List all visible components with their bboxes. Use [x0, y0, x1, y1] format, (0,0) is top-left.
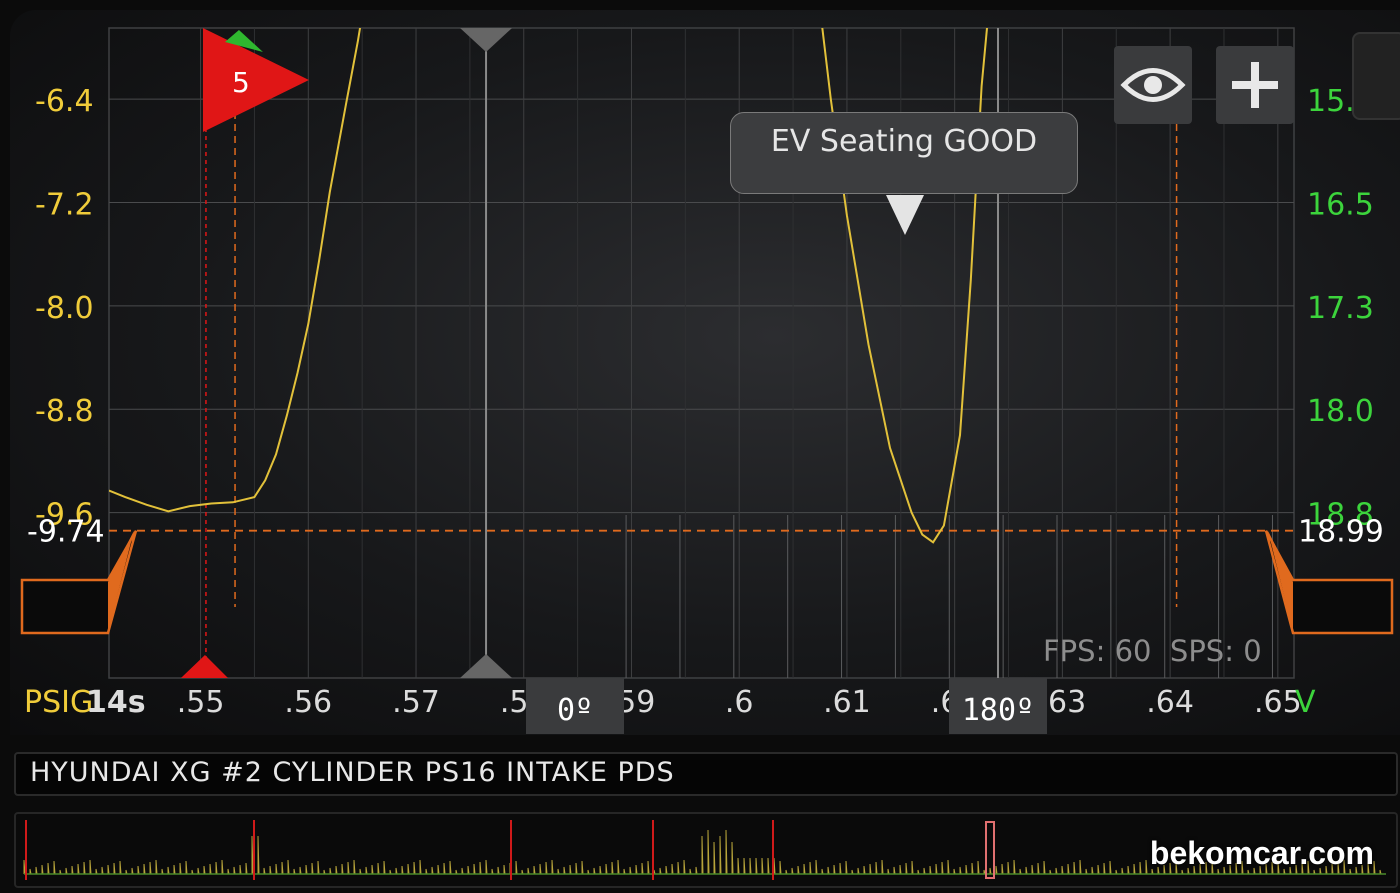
left-level-value: -9.74 — [27, 515, 105, 550]
x-axis-tick: .6 — [725, 685, 754, 720]
render-stats: FPS: 60 SPS: 0 — [1043, 634, 1262, 668]
fps-readout: FPS: 60 — [1043, 634, 1152, 668]
add-button[interactable] — [1216, 46, 1294, 124]
right-axis-tick: 17.3 — [1307, 291, 1374, 326]
x-axis-tick: .64 — [1146, 685, 1194, 720]
x-axis-tick: .55 — [177, 685, 225, 720]
left-axis-tick: -8.0 — [35, 291, 94, 326]
recording-title-bar: HYUNDAI XG #2 CYLINDER PS16 INTAKE PDS — [14, 752, 1398, 796]
side-panel-handle[interactable] — [1352, 32, 1400, 120]
recording-title: HYUNDAI XG #2 CYLINDER PS16 INTAKE PDS — [30, 757, 675, 788]
x-axis-start-label: 14s — [86, 685, 146, 720]
overview-strip[interactable]: bekomcar.com — [14, 812, 1398, 888]
eye-icon — [1120, 68, 1186, 102]
x-axis-tick: .56 — [284, 685, 332, 720]
flag-marker[interactable] — [202, 28, 309, 132]
angle-label-0: 0º — [557, 693, 593, 728]
x-axis-tick: .57 — [392, 685, 440, 720]
x-axis-tick: .61 — [823, 685, 871, 720]
tooltip-pointer — [886, 195, 924, 235]
right-axis-unit: V — [1295, 685, 1316, 720]
pressure-trace-2 — [821, 28, 989, 544]
grid — [108, 27, 1295, 679]
sps-readout: SPS: 0 — [1169, 634, 1262, 668]
marker-layer[interactable]: -9.74 18.99 5 — [20, 28, 1394, 678]
app-frame: -6.4 -7.2 -8.0 -8.8 -9.6 15.7 16.5 17.3 18.0 18.8… — [0, 0, 1400, 893]
flag-label: 5 — [232, 66, 250, 99]
left-axis-unit: PSIG — [24, 685, 93, 720]
angle-bottom-handle — [460, 654, 513, 678]
angle-top-handle — [460, 28, 513, 52]
annotation-text: EV Seating GOOD — [770, 124, 1038, 159]
flag-bottom-marker[interactable] — [180, 655, 228, 678]
annotation-tooltip[interactable]: EV Seating GOOD — [730, 112, 1078, 235]
plus-icon — [1232, 62, 1278, 108]
angle-label-180: 180º — [962, 693, 1034, 728]
right-axis-tick: 18.0 — [1307, 394, 1374, 429]
left-axis-tick: -8.8 — [35, 394, 94, 429]
watermark: bekomcar.com — [1149, 835, 1374, 871]
left-axis-tick: -7.2 — [35, 187, 94, 222]
left-axis-tick: -6.4 — [35, 84, 94, 119]
visibility-button[interactable] — [1114, 46, 1192, 124]
right-level-value: 18.99 — [1298, 515, 1384, 550]
right-axis-tick: 16.5 — [1307, 187, 1374, 222]
plot-panel[interactable]: -6.4 -7.2 -8.0 -8.8 -9.6 15.7 16.5 17.3 18.0 18.8… — [10, 10, 1400, 735]
